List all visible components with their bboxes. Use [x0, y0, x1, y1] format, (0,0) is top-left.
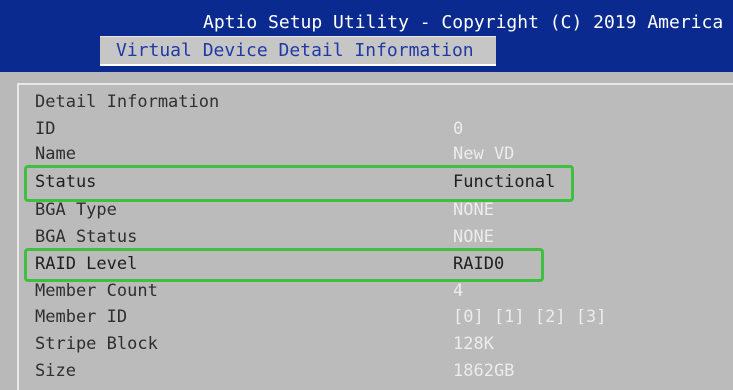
row-value: [0] [1] [2] [3] [453, 307, 607, 327]
row-value: NONE [453, 200, 494, 220]
tab-underline [100, 64, 496, 66]
detail-row-member-count: Member Count 4 [35, 281, 725, 306]
tab-label[interactable]: Virtual Device Detail Information [116, 40, 474, 61]
row-label: Member ID [35, 307, 128, 327]
app-title: Aptio Setup Utility - Copyright (C) 2019… [203, 12, 724, 33]
row-value: New VD [453, 144, 515, 164]
row-label: ID [35, 119, 56, 139]
detail-row-id: ID 0 [35, 119, 725, 144]
row-value: 0 [453, 119, 464, 139]
row-label: Member Count [35, 281, 158, 301]
row-label: Size [35, 361, 76, 381]
row-value: 128K [453, 334, 494, 354]
section-title: Detail Information [35, 92, 220, 112]
row-label: BGA Status [35, 227, 138, 247]
row-value: NONE [453, 227, 494, 247]
row-label: BGA Type [35, 200, 117, 220]
detail-row-stripe-block: Stripe Block 128K [35, 334, 725, 359]
row-value: 1862GB [453, 361, 515, 381]
detail-row-member-id: Member ID [0] [1] [2] [3] [35, 307, 725, 332]
row-label: Stripe Block [35, 334, 158, 354]
detail-row-bga-type: BGA Type NONE [35, 200, 725, 225]
detail-row-size: Size 1862GB [35, 361, 725, 386]
bios-screen: Aptio Setup Utility - Copyright (C) 2019… [0, 0, 733, 390]
status-highlight-box [24, 165, 574, 202]
row-label: Name [35, 144, 76, 164]
row-value: 4 [453, 281, 464, 301]
raid-level-highlight-box [24, 248, 544, 282]
